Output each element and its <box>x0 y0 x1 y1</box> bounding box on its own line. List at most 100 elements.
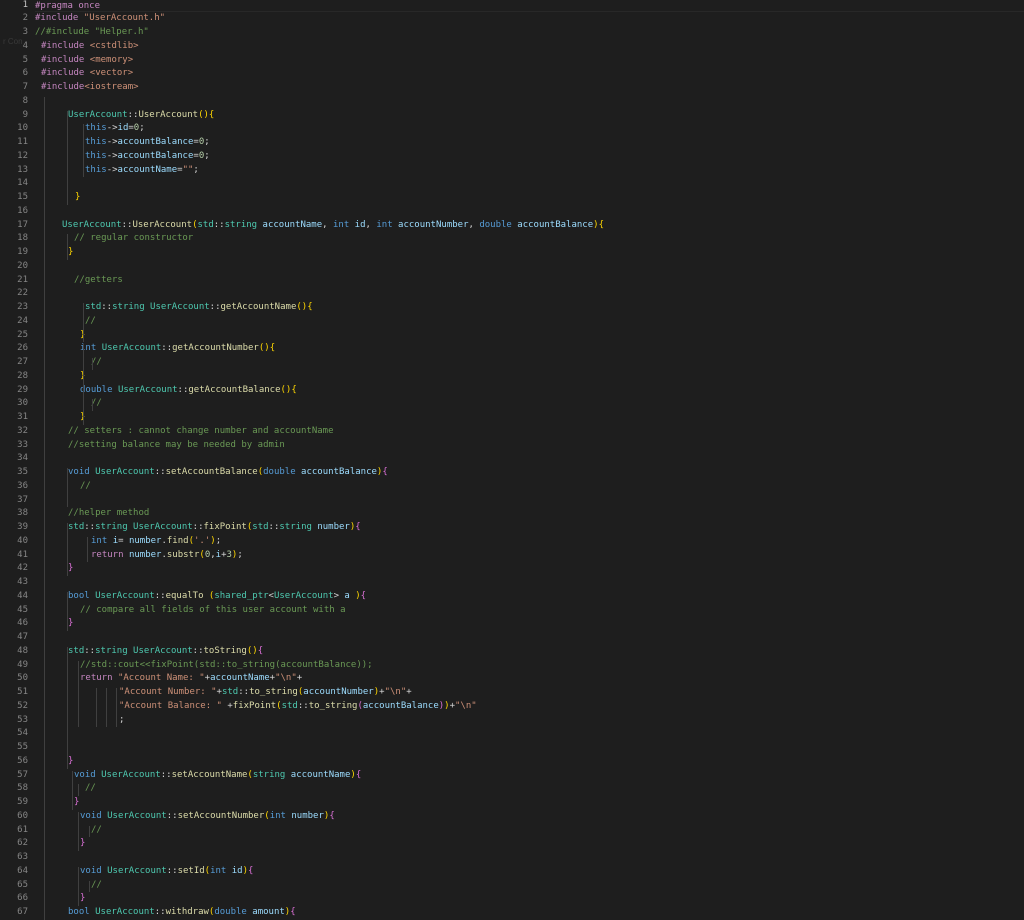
code-line[interactable]: return number.substr(0,i+3); <box>35 549 1024 563</box>
indent-guide <box>78 784 79 796</box>
code-line[interactable]: } <box>35 191 1024 205</box>
code-line[interactable]: } <box>35 755 1024 769</box>
code-token: :: <box>84 645 96 656</box>
code-line[interactable]: // compare all fields of this user accou… <box>35 604 1024 618</box>
code-token: :: <box>192 522 204 532</box>
code-token: + <box>406 687 412 697</box>
code-line[interactable]: double UserAccount::getAccountBalance(){ <box>35 384 1024 398</box>
code-line[interactable]: // <box>35 824 1024 838</box>
code-line[interactable]: #include <vector> <box>35 67 1024 81</box>
code-line[interactable]: } <box>35 837 1024 851</box>
code-line[interactable]: //getters <box>35 274 1024 288</box>
code-token: :: <box>192 645 204 656</box>
line-number: 25 <box>17 329 28 340</box>
code-line[interactable]: this->accountName=""; <box>35 164 1024 178</box>
code-line[interactable]: } <box>35 892 1024 906</box>
code-line[interactable] <box>35 741 1024 755</box>
code-line[interactable] <box>35 260 1024 274</box>
code-line[interactable]: ; <box>35 714 1024 728</box>
code-line[interactable]: bool UserAccount::withdraw(double amount… <box>35 906 1024 920</box>
code-line[interactable]: } <box>35 329 1024 343</box>
code-line[interactable]: // <box>35 315 1024 329</box>
code-line[interactable] <box>35 631 1024 645</box>
code-token: , <box>468 219 480 230</box>
code-line[interactable]: } <box>35 246 1024 260</box>
code-token: #include <box>41 82 85 92</box>
code-token: } <box>68 755 74 766</box>
code-line[interactable]: } <box>35 562 1024 576</box>
code-line[interactable]: "Account Balance: " +fixPoint(std::to_st… <box>35 700 1024 714</box>
code-line[interactable]: } <box>35 411 1024 425</box>
code-line[interactable] <box>35 452 1024 466</box>
code-line[interactable] <box>35 851 1024 865</box>
code-line[interactable]: std::string UserAccount::fixPoint(std::s… <box>35 521 1024 535</box>
code-line[interactable]: this->id=0; <box>35 122 1024 136</box>
code-line[interactable]: } <box>35 796 1024 810</box>
code-line[interactable]: //std::cout<<fixPoint(std::to_string(acc… <box>35 659 1024 673</box>
code-token: UserAccount <box>95 467 155 477</box>
code-line[interactable]: UserAccount::UserAccount(){ <box>35 109 1024 123</box>
code-line[interactable]: int UserAccount::getAccountNumber(){ <box>35 342 1024 356</box>
code-line[interactable] <box>35 287 1024 301</box>
code-line[interactable]: void UserAccount::setAccountBalance(doub… <box>35 466 1024 480</box>
code-token: return <box>80 673 113 684</box>
code-line[interactable] <box>35 494 1024 508</box>
code-token: this <box>85 123 107 134</box>
code-line[interactable]: // regular constructor <box>35 232 1024 246</box>
code-token: } <box>75 192 81 202</box>
code-token: void <box>80 865 102 876</box>
code-line[interactable] <box>35 205 1024 219</box>
code-token: { <box>269 343 276 354</box>
line-number: 34 <box>17 453 28 464</box>
code-token: accountBalance <box>117 137 194 147</box>
code-token: accountName <box>117 164 178 175</box>
code-token: // compare all fields of this user accou… <box>80 604 346 615</box>
code-line[interactable]: int i= number.find('.'); <box>35 535 1024 549</box>
code-line[interactable]: void UserAccount::setAccountName(string … <box>35 769 1024 783</box>
code-line[interactable]: // <box>35 480 1024 494</box>
line-number: 66 <box>17 893 28 904</box>
code-line[interactable]: //helper method <box>35 507 1024 521</box>
code-line[interactable]: void UserAccount::setId(int id){ <box>35 865 1024 879</box>
code-token: std <box>68 522 85 532</box>
code-line[interactable]: // setters : cannot change number and ac… <box>35 425 1024 439</box>
code-line[interactable]: #include<iostream> <box>35 81 1024 95</box>
code-line[interactable]: std::string UserAccount::getAccountName(… <box>35 301 1024 315</box>
code-line[interactable]: bool UserAccount::equalTo (shared_ptr<Us… <box>35 590 1024 604</box>
code-line[interactable] <box>35 576 1024 590</box>
line-number: 4 <box>22 40 28 51</box>
code-line[interactable]: this->accountBalance=0; <box>35 150 1024 164</box>
code-line[interactable]: this->accountBalance=0; <box>35 136 1024 150</box>
line-number: 64 <box>17 865 28 876</box>
code-line[interactable]: // <box>35 879 1024 893</box>
code-line[interactable] <box>35 95 1024 109</box>
code-line[interactable]: #include "UserAccount.h" <box>35 12 1024 26</box>
code-line[interactable]: std::string UserAccount::toString(){ <box>35 645 1024 659</box>
code-line[interactable]: return "Account Name: "+accountName+"\n"… <box>35 672 1024 686</box>
code-line[interactable]: //#include "Helper.h" <box>35 26 1024 40</box>
code-line[interactable]: // <box>35 782 1024 796</box>
code-token: { <box>598 219 604 230</box>
code-line[interactable] <box>35 727 1024 741</box>
code-token: = <box>118 535 129 546</box>
code-line[interactable]: #pragma once <box>35 0 1024 13</box>
code-line[interactable]: //setting balance may be needed by admin <box>35 439 1024 453</box>
code-line[interactable]: "Account Number: "+std::to_string(accoun… <box>35 686 1024 700</box>
line-number: 48 <box>17 645 28 656</box>
indent-guide <box>89 880 90 893</box>
code-line[interactable]: #include <cstdlib> <box>35 40 1024 54</box>
code-line[interactable]: UserAccount::UserAccount(std::string acc… <box>35 219 1024 233</box>
line-number: 31 <box>17 412 28 422</box>
code-token: { <box>307 302 313 312</box>
code-line[interactable]: void UserAccount::setAccountNumber(int n… <box>35 810 1024 824</box>
code-line[interactable]: // <box>35 356 1024 370</box>
code-line[interactable]: // <box>35 397 1024 411</box>
code-token: accountBalance <box>117 150 194 161</box>
code-editor[interactable]: 1 2 3 4 5 6 7 8 9 10 11 12 13 14 15 16 17 18 19 20 21 22 23 24 2… <box>0 0 1024 920</box>
code-token: ; <box>119 714 125 725</box>
code-line[interactable] <box>35 177 1024 191</box>
code-line[interactable]: } <box>35 370 1024 384</box>
code-token: std <box>197 219 214 230</box>
code-line[interactable]: #include <memory> <box>35 54 1024 68</box>
code-line[interactable]: } <box>35 617 1024 631</box>
